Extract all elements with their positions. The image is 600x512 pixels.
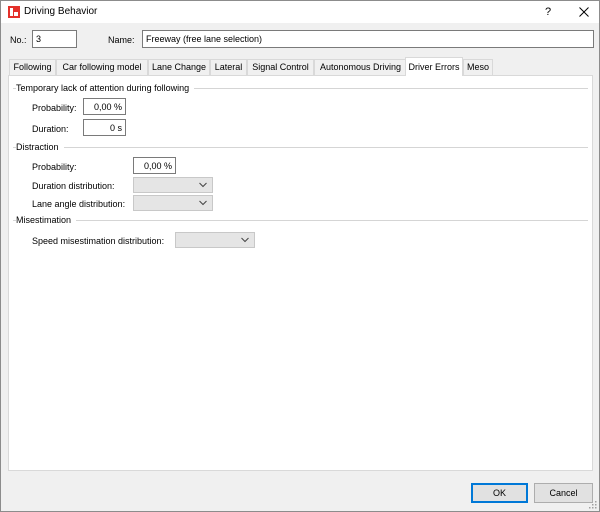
vissim-app-icon (8, 6, 20, 18)
name-label: Name: (108, 35, 135, 45)
help-button[interactable]: ? (537, 3, 559, 21)
distraction-probability-label: Probability: (32, 162, 77, 172)
tab-car-following-model[interactable]: Car following model (56, 59, 148, 75)
driving-behavior-dialog: Driving Behavior ? No.: 3 Name: Freeway … (0, 0, 600, 512)
distraction-group-title: Distraction (16, 142, 64, 152)
window-title: Driving Behavior (24, 6, 98, 17)
temp-duration-label: Duration: (32, 124, 69, 134)
lane-angle-distribution-select[interactable] (133, 195, 213, 211)
resize-grip-icon[interactable] (587, 499, 597, 509)
chevron-down-icon (241, 237, 249, 243)
tab-meso[interactable]: Meso (463, 59, 493, 75)
cancel-button[interactable]: Cancel (534, 483, 593, 503)
temp-duration-field[interactable]: 0 s (83, 119, 126, 136)
temp-probability-field[interactable]: 0,00 % (83, 98, 126, 115)
close-button[interactable] (572, 3, 596, 21)
tab-lateral[interactable]: Lateral (210, 59, 247, 75)
temp-probability-label: Probability: (32, 103, 77, 113)
close-icon (579, 7, 589, 17)
lane-angle-distribution-label: Lane angle distribution: (32, 199, 126, 209)
temp-lack-group-title: Temporary lack of attention during follo… (16, 83, 195, 93)
title-bar: Driving Behavior ? (1, 1, 599, 23)
chevron-down-icon (199, 200, 207, 206)
ok-button[interactable]: OK (471, 483, 528, 503)
group-divider (13, 220, 588, 221)
group-divider (13, 147, 588, 148)
duration-distribution-select[interactable] (133, 177, 213, 193)
duration-distribution-label: Duration distribution: (32, 181, 115, 191)
tab-following[interactable]: Following (9, 59, 56, 75)
speed-misestimation-label: Speed misestimation distribution: (32, 236, 165, 246)
number-label: No.: (10, 35, 27, 45)
number-field[interactable]: 3 (32, 30, 77, 48)
speed-misestimation-select[interactable] (175, 232, 255, 248)
name-field[interactable]: Freeway (free lane selection) (142, 30, 594, 48)
tab-signal-control[interactable]: Signal Control (247, 59, 314, 75)
tab-autonomous-driving[interactable]: Autonomous Driving (314, 59, 407, 75)
misestimation-group-title: Misestimation (16, 215, 77, 225)
tab-driver-errors[interactable]: Driver Errors (405, 57, 463, 76)
driver-errors-panel: Temporary lack of attention during follo… (8, 75, 593, 471)
distraction-probability-field[interactable]: 0,00 % (133, 157, 176, 174)
tab-lane-change[interactable]: Lane Change (148, 59, 210, 75)
chevron-down-icon (199, 182, 207, 188)
